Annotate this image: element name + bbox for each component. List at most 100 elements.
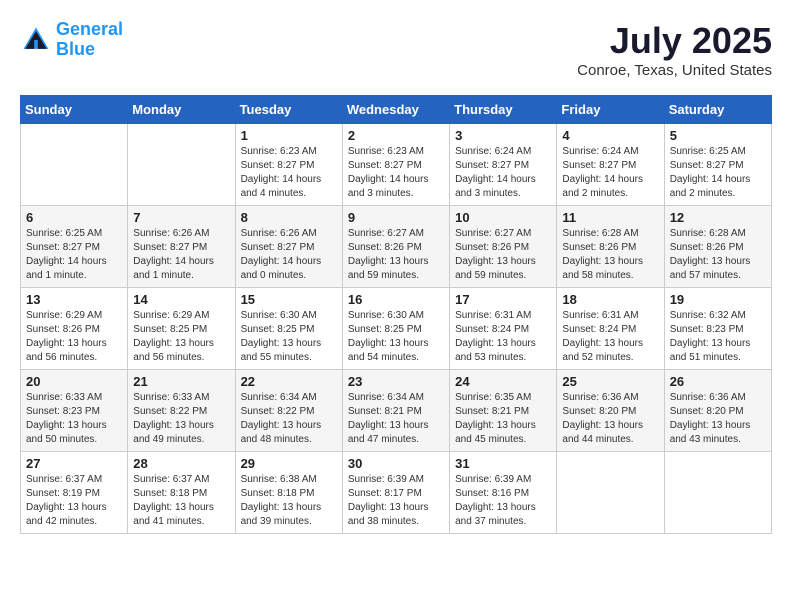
day-info: Sunrise: 6:30 AM Sunset: 8:25 PM Dayligh… — [241, 309, 337, 365]
day-number: 2 — [348, 128, 444, 143]
day-number: 31 — [455, 456, 551, 471]
day-number: 4 — [562, 128, 658, 143]
calendar-week-1: 1 Sunrise: 6:23 AM Sunset: 8:27 PM Daylig… — [21, 124, 772, 206]
day-info: Sunrise: 6:36 AM Sunset: 8:20 PM Dayligh… — [670, 391, 766, 447]
calendar-week-5: 27 Sunrise: 6:37 AM Sunset: 8:19 PM Dayli… — [21, 452, 772, 534]
day-info: Sunrise: 6:33 AM Sunset: 8:23 PM Dayligh… — [26, 391, 122, 447]
logo: General Blue — [20, 20, 123, 60]
day-info: Sunrise: 6:24 AM Sunset: 8:27 PM Dayligh… — [562, 145, 658, 201]
day-info: Sunrise: 6:36 AM Sunset: 8:20 PM Dayligh… — [562, 391, 658, 447]
calendar-cell: 31 Sunrise: 6:39 AM Sunset: 8:16 PM Dayli… — [450, 452, 557, 534]
day-info: Sunrise: 6:33 AM Sunset: 8:22 PM Dayligh… — [133, 391, 229, 447]
day-info: Sunrise: 6:27 AM Sunset: 8:26 PM Dayligh… — [348, 227, 444, 283]
day-info: Sunrise: 6:26 AM Sunset: 8:27 PM Dayligh… — [133, 227, 229, 283]
day-info: Sunrise: 6:25 AM Sunset: 8:27 PM Dayligh… — [670, 145, 766, 201]
location: Conroe, Texas, United States — [577, 62, 772, 79]
logo-text: General Blue — [56, 20, 123, 60]
header-tuesday: Tuesday — [235, 96, 342, 124]
calendar-cell: 30 Sunrise: 6:39 AM Sunset: 8:17 PM Dayli… — [342, 452, 449, 534]
header-monday: Monday — [128, 96, 235, 124]
calendar-cell: 6 Sunrise: 6:25 AM Sunset: 8:27 PM Daylig… — [21, 206, 128, 288]
month-year: July 2025 — [577, 20, 772, 62]
page-header: General Blue July 2025 Conroe, Texas, Un… — [20, 20, 772, 79]
calendar-cell: 12 Sunrise: 6:28 AM Sunset: 8:26 PM Dayli… — [664, 206, 771, 288]
calendar-cell: 19 Sunrise: 6:32 AM Sunset: 8:23 PM Dayli… — [664, 288, 771, 370]
day-info: Sunrise: 6:28 AM Sunset: 8:26 PM Dayligh… — [562, 227, 658, 283]
day-info: Sunrise: 6:23 AM Sunset: 8:27 PM Dayligh… — [348, 145, 444, 201]
day-info: Sunrise: 6:32 AM Sunset: 8:23 PM Dayligh… — [670, 309, 766, 365]
header-saturday: Saturday — [664, 96, 771, 124]
day-number: 18 — [562, 292, 658, 307]
calendar-cell: 24 Sunrise: 6:35 AM Sunset: 8:21 PM Dayli… — [450, 370, 557, 452]
day-number: 22 — [241, 374, 337, 389]
header-friday: Friday — [557, 96, 664, 124]
day-number: 26 — [670, 374, 766, 389]
calendar-cell: 13Sunrise: 6:29 AM Sunset: 8:26 PM Dayli… — [21, 288, 128, 370]
day-number: 1 — [241, 128, 337, 143]
logo-icon — [20, 24, 52, 56]
calendar-week-3: 13Sunrise: 6:29 AM Sunset: 8:26 PM Dayli… — [21, 288, 772, 370]
calendar-cell: 3Sunrise: 6:24 AM Sunset: 8:27 PM Daylig… — [450, 124, 557, 206]
day-info: Sunrise: 6:31 AM Sunset: 8:24 PM Dayligh… — [562, 309, 658, 365]
day-number: 17 — [455, 292, 551, 307]
day-info: Sunrise: 6:29 AM Sunset: 8:25 PM Dayligh… — [133, 309, 229, 365]
calendar-week-4: 20 Sunrise: 6:33 AM Sunset: 8:23 PM Dayli… — [21, 370, 772, 452]
calendar-cell: 29 Sunrise: 6:38 AM Sunset: 8:18 PM Dayli… — [235, 452, 342, 534]
day-info: Sunrise: 6:38 AM Sunset: 8:18 PM Dayligh… — [241, 473, 337, 529]
calendar-cell: 11 Sunrise: 6:28 AM Sunset: 8:26 PM Dayli… — [557, 206, 664, 288]
calendar-cell — [664, 452, 771, 534]
day-number: 27 — [26, 456, 122, 471]
calendar-cell: 23Sunrise: 6:34 AM Sunset: 8:21 PM Dayli… — [342, 370, 449, 452]
day-number: 29 — [241, 456, 337, 471]
day-number: 19 — [670, 292, 766, 307]
calendar-cell — [21, 124, 128, 206]
calendar-cell: 15 Sunrise: 6:30 AM Sunset: 8:25 PM Dayli… — [235, 288, 342, 370]
day-info: Sunrise: 6:31 AM Sunset: 8:24 PM Dayligh… — [455, 309, 551, 365]
calendar-cell: 21Sunrise: 6:33 AM Sunset: 8:22 PM Dayli… — [128, 370, 235, 452]
calendar-cell: 5 Sunrise: 6:25 AM Sunset: 8:27 PM Daylig… — [664, 124, 771, 206]
calendar-cell: 8Sunrise: 6:26 AM Sunset: 8:27 PM Daylig… — [235, 206, 342, 288]
calendar-cell: 26 Sunrise: 6:36 AM Sunset: 8:20 PM Dayli… — [664, 370, 771, 452]
day-info: Sunrise: 6:28 AM Sunset: 8:26 PM Dayligh… — [670, 227, 766, 283]
day-number: 11 — [562, 210, 658, 225]
title-block: July 2025 Conroe, Texas, United States — [577, 20, 772, 79]
calendar-cell: 7 Sunrise: 6:26 AM Sunset: 8:27 PM Daylig… — [128, 206, 235, 288]
day-info: Sunrise: 6:39 AM Sunset: 8:16 PM Dayligh… — [455, 473, 551, 529]
calendar-cell — [128, 124, 235, 206]
day-number: 8 — [241, 210, 337, 225]
day-number: 15 — [241, 292, 337, 307]
day-number: 3 — [455, 128, 551, 143]
day-info: Sunrise: 6:39 AM Sunset: 8:17 PM Dayligh… — [348, 473, 444, 529]
header-sunday: Sunday — [21, 96, 128, 124]
calendar-cell: 17 Sunrise: 6:31 AM Sunset: 8:24 PM Dayli… — [450, 288, 557, 370]
day-info: Sunrise: 6:25 AM Sunset: 8:27 PM Dayligh… — [26, 227, 122, 283]
calendar-cell — [557, 452, 664, 534]
header-wednesday: Wednesday — [342, 96, 449, 124]
calendar-cell: 10Sunrise: 6:27 AM Sunset: 8:26 PM Dayli… — [450, 206, 557, 288]
day-number: 24 — [455, 374, 551, 389]
day-number: 9 — [348, 210, 444, 225]
day-info: Sunrise: 6:23 AM Sunset: 8:27 PM Dayligh… — [241, 145, 337, 201]
day-number: 16 — [348, 292, 444, 307]
calendar-cell: 1 Sunrise: 6:23 AM Sunset: 8:27 PM Daylig… — [235, 124, 342, 206]
calendar-cell: 22Sunrise: 6:34 AM Sunset: 8:22 PM Dayli… — [235, 370, 342, 452]
day-number: 30 — [348, 456, 444, 471]
day-number: 20 — [26, 374, 122, 389]
day-number: 14 — [133, 292, 229, 307]
calendar-cell: 14 Sunrise: 6:29 AM Sunset: 8:25 PM Dayli… — [128, 288, 235, 370]
calendar-cell: 2 Sunrise: 6:23 AM Sunset: 8:27 PM Daylig… — [342, 124, 449, 206]
calendar-cell: 28Sunrise: 6:37 AM Sunset: 8:18 PM Dayli… — [128, 452, 235, 534]
day-number: 6 — [26, 210, 122, 225]
calendar-cell: 25Sunrise: 6:36 AM Sunset: 8:20 PM Dayli… — [557, 370, 664, 452]
day-number: 23 — [348, 374, 444, 389]
day-number: 12 — [670, 210, 766, 225]
day-number: 5 — [670, 128, 766, 143]
calendar-cell: 18 Sunrise: 6:31 AM Sunset: 8:24 PM Dayli… — [557, 288, 664, 370]
calendar-cell: 27 Sunrise: 6:37 AM Sunset: 8:19 PM Dayli… — [21, 452, 128, 534]
calendar-cell: 16Sunrise: 6:30 AM Sunset: 8:25 PM Dayli… — [342, 288, 449, 370]
day-info: Sunrise: 6:35 AM Sunset: 8:21 PM Dayligh… — [455, 391, 551, 447]
day-info: Sunrise: 6:29 AM Sunset: 8:26 PM Dayligh… — [26, 309, 122, 365]
day-info: Sunrise: 6:37 AM Sunset: 8:19 PM Dayligh… — [26, 473, 122, 529]
day-number: 7 — [133, 210, 229, 225]
header-thursday: Thursday — [450, 96, 557, 124]
